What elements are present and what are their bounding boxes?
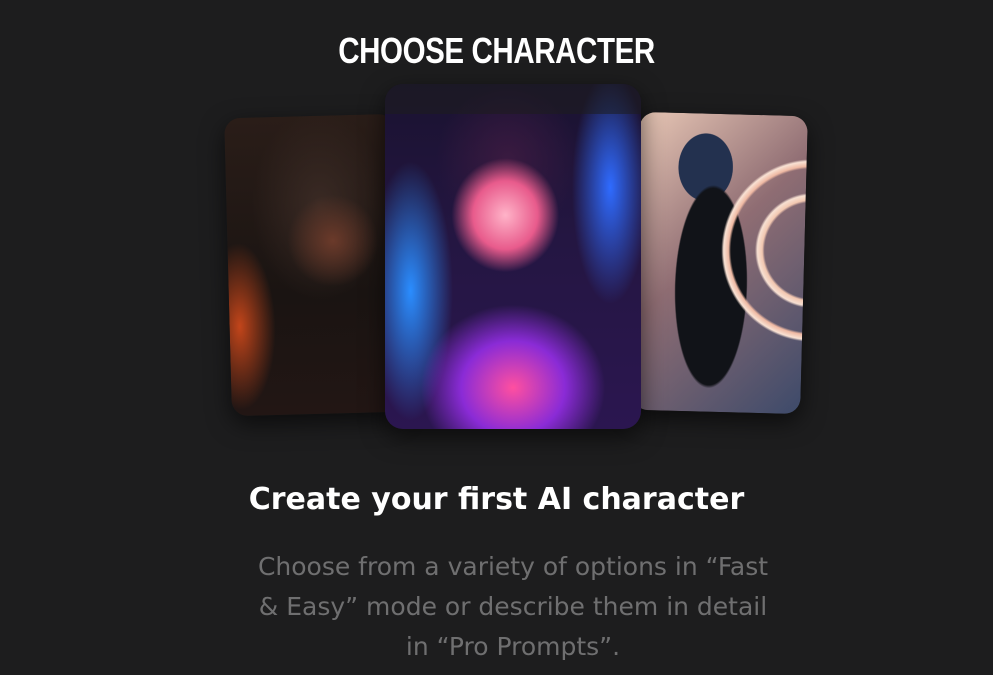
character-card-center[interactable]	[385, 84, 641, 429]
character-card-right[interactable]	[632, 111, 808, 415]
onboarding-heading: Create your first AI character	[248, 482, 745, 517]
character-carousel[interactable]	[0, 0, 993, 450]
character-card-left[interactable]	[224, 113, 402, 417]
card-top-shade	[385, 84, 641, 114]
onboarding-description: Choose from a variety of options in “Fas…	[257, 552, 769, 661]
